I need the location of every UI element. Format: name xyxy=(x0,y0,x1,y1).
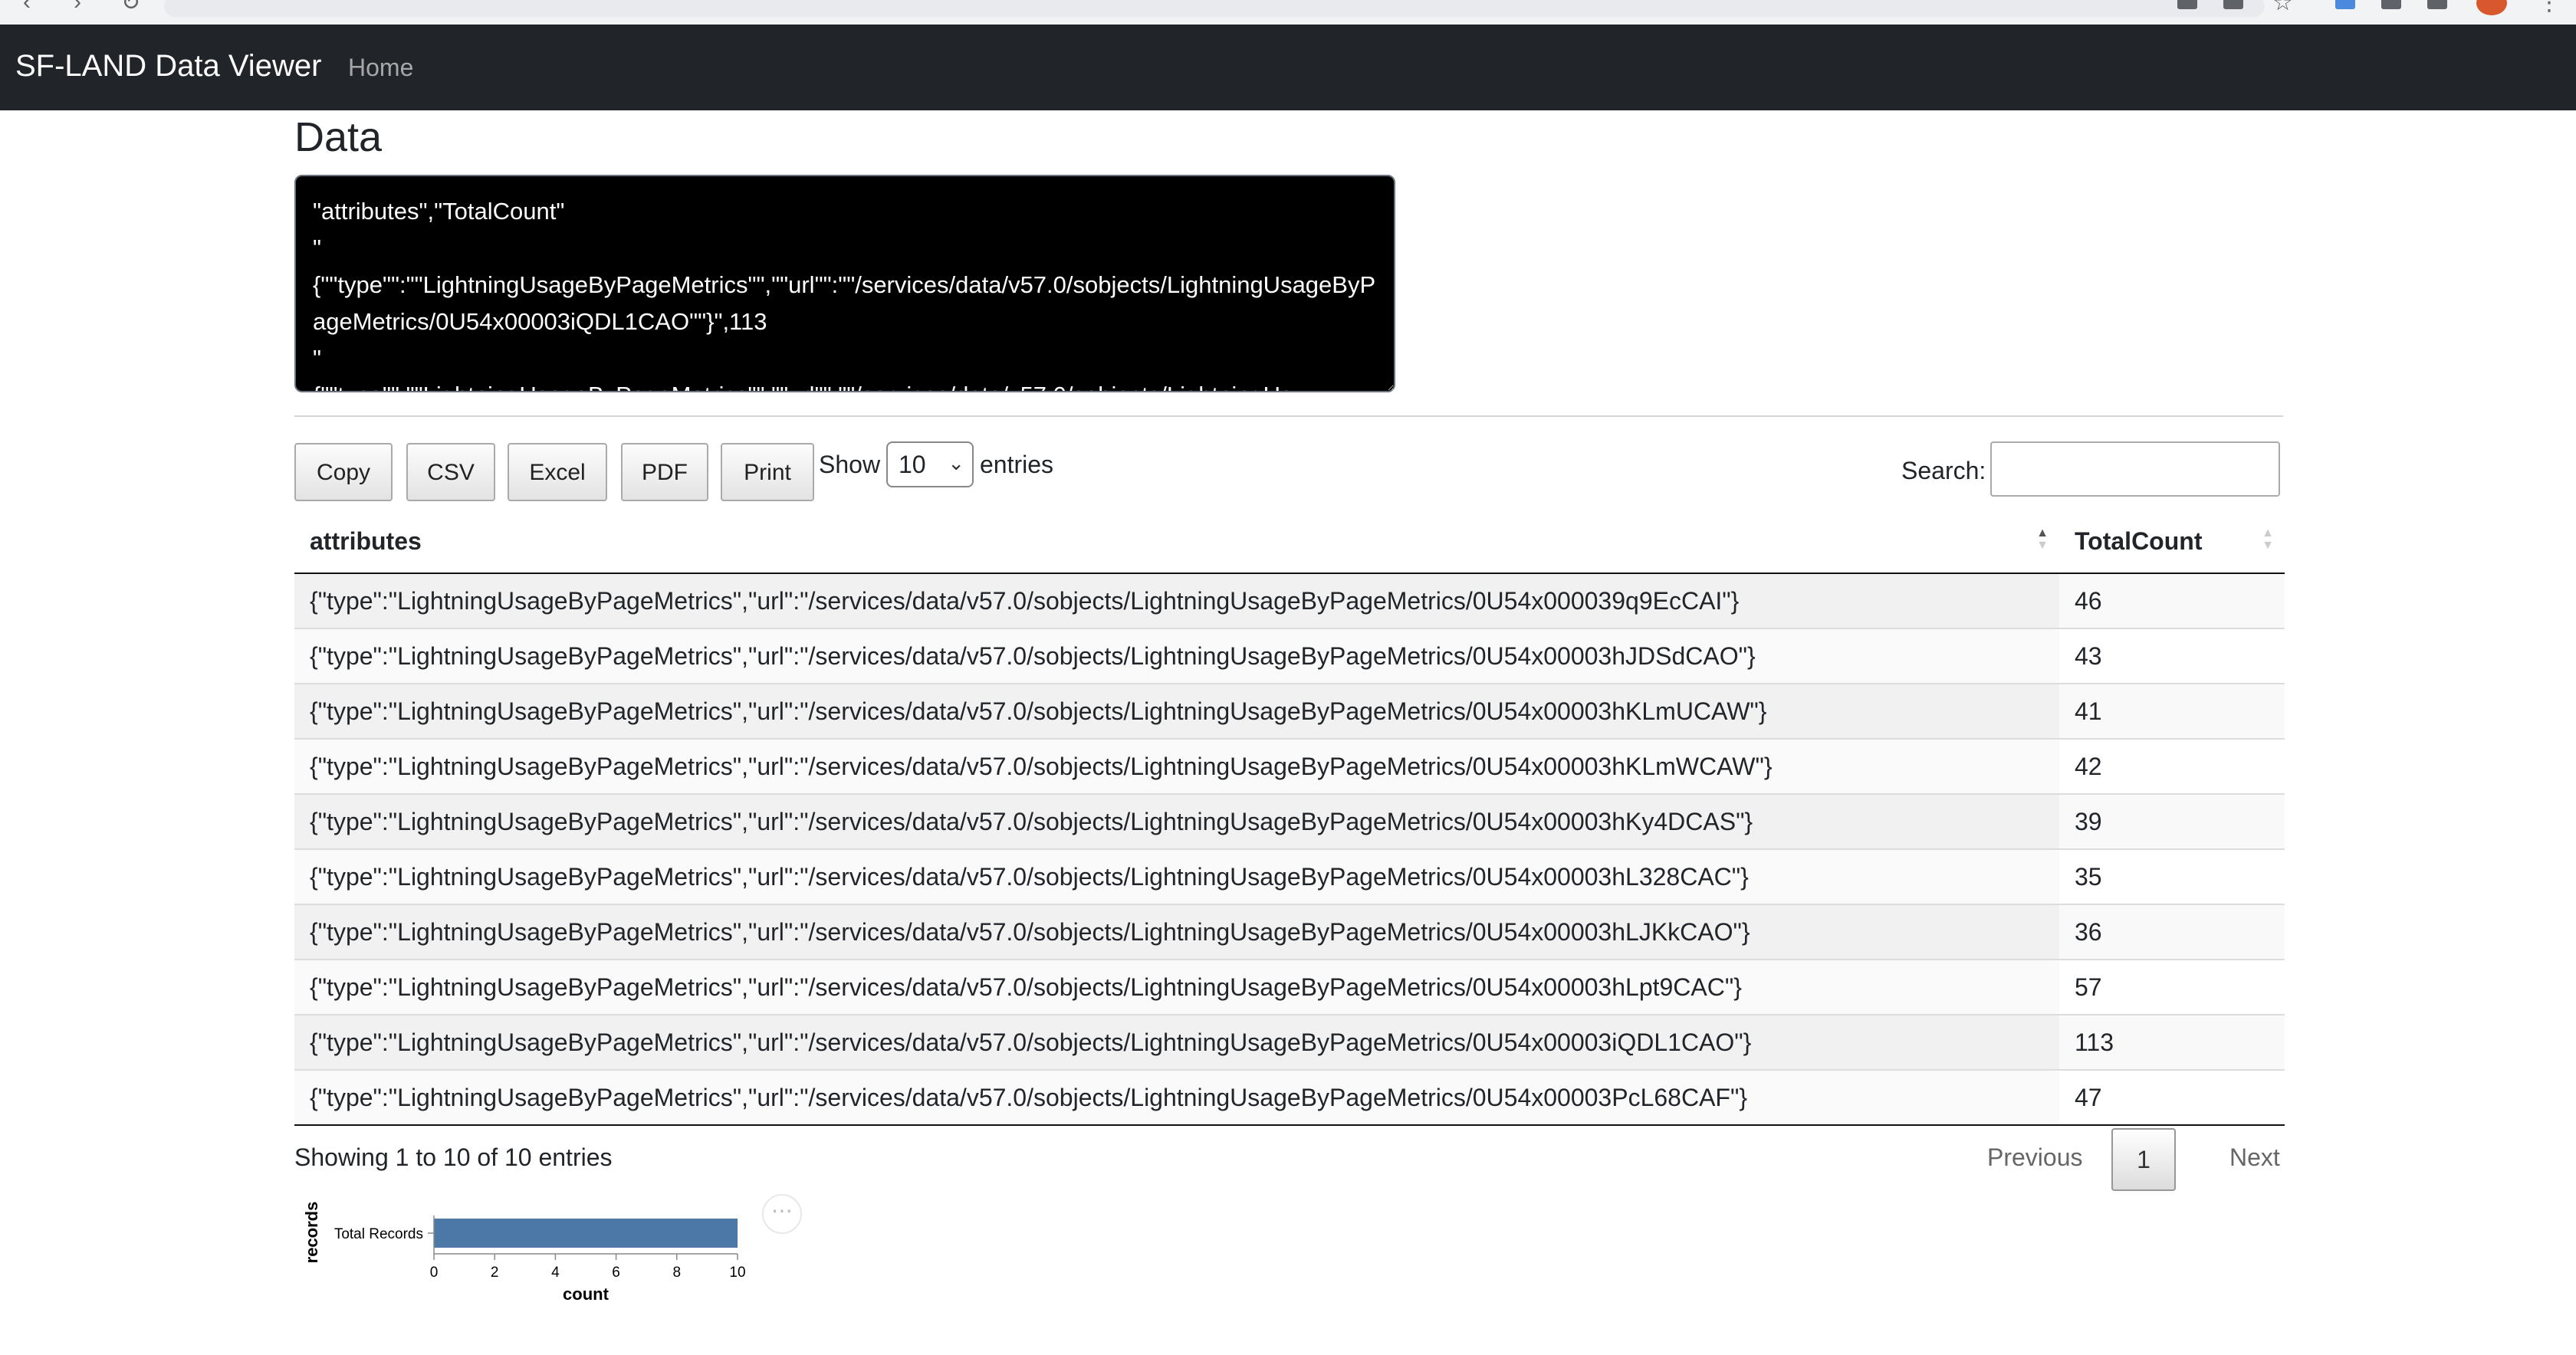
category-label: Total Records xyxy=(334,1226,423,1242)
x-tick-label: 10 xyxy=(729,1265,745,1281)
sort-both-icon: ▲ ▼ xyxy=(2262,527,2274,552)
browser-chrome: ‹ › ↻ ☆ ⋮ xyxy=(0,0,2576,25)
attributes-cell: {"type":"LightningUsageByPageMetrics","u… xyxy=(294,793,2059,849)
attributes-cell: {"type":"LightningUsageByPageMetrics","u… xyxy=(294,573,2059,628)
raw-data-textarea[interactable]: "attributes","TotalCount" " {""type"":""… xyxy=(294,175,1395,392)
totalcount-cell: 42 xyxy=(2059,738,2285,794)
table-row: {"type":"LightningUsageByPageMetrics","u… xyxy=(294,573,2285,628)
page-title: Data xyxy=(294,114,383,160)
column-header-label: attributes xyxy=(310,527,422,555)
attributes-cell: {"type":"LightningUsageByPageMetrics","u… xyxy=(294,959,2059,1015)
profile-avatar[interactable] xyxy=(2476,0,2507,15)
sort-asc-icon: ▲ ▼ xyxy=(2036,527,2049,552)
attributes-cell: {"type":"LightningUsageByPageMetrics","u… xyxy=(294,683,2059,739)
chart-actions-menu-icon[interactable]: ⋯ xyxy=(762,1194,802,1234)
page-length-value: 10 xyxy=(899,451,926,478)
totalcount-cell: 113 xyxy=(2059,1014,2285,1070)
show-label: Show xyxy=(819,451,881,478)
extensions-puzzle-icon[interactable] xyxy=(2381,0,2401,9)
bookmark-star-icon[interactable]: ☆ xyxy=(2272,0,2293,16)
table-info: Showing 1 to 10 of 10 entries xyxy=(294,1143,613,1171)
install-icon[interactable] xyxy=(2177,0,2197,9)
attributes-cell: {"type":"LightningUsageByPageMetrics","u… xyxy=(294,848,2059,904)
table-row: {"type":"LightningUsageByPageMetrics","u… xyxy=(294,959,2285,1015)
data-table: attributes ▲ ▼ TotalCount ▲ ▼ {"type":"Lig… xyxy=(294,510,2285,1126)
totalcount-cell: 47 xyxy=(2059,1069,2285,1126)
totalcount-cell: 39 xyxy=(2059,793,2285,849)
search-input[interactable] xyxy=(1990,441,2280,497)
x-tick-label: 6 xyxy=(612,1265,620,1281)
page-length-select[interactable]: 10 ⌄ xyxy=(886,441,974,487)
attributes-cell: {"type":"LightningUsageByPageMetrics","u… xyxy=(294,1014,2059,1070)
share-icon[interactable] xyxy=(2223,0,2243,9)
y-axis-title: records xyxy=(302,1202,321,1264)
browser-menu-icon[interactable]: ⋮ xyxy=(2538,0,2561,16)
navbar: SF-LAND Data Viewer Home xyxy=(0,25,2576,110)
table-row: {"type":"LightningUsageByPageMetrics","u… xyxy=(294,904,2285,960)
totalcount-cell: 57 xyxy=(2059,959,2285,1015)
reload-icon[interactable]: ↻ xyxy=(121,0,140,16)
extension-icon[interactable] xyxy=(2335,0,2355,9)
back-icon[interactable]: ‹ xyxy=(23,0,31,15)
attributes-cell: {"type":"LightningUsageByPageMetrics","u… xyxy=(294,1069,2059,1126)
records-bar-chart: records Total Records 0 2 4 6 8 10 count xyxy=(302,1202,746,1304)
copy-button[interactable]: Copy xyxy=(294,443,393,501)
navbar-brand[interactable]: SF-LAND Data Viewer xyxy=(15,49,321,84)
pagination-page-1[interactable]: 1 xyxy=(2111,1128,2176,1191)
x-axis-title: count xyxy=(563,1284,610,1304)
address-bar[interactable] xyxy=(164,0,2265,17)
x-tick-label: 2 xyxy=(491,1265,499,1281)
excel-button[interactable]: Excel xyxy=(508,443,607,501)
table-row: {"type":"LightningUsageByPageMetrics","u… xyxy=(294,738,2285,794)
x-tick-label: 8 xyxy=(673,1265,682,1281)
x-tick-label: 4 xyxy=(551,1265,560,1281)
table-row: {"type":"LightningUsageByPageMetrics","u… xyxy=(294,683,2285,739)
x-tick-label: 0 xyxy=(430,1265,439,1281)
column-header-label: TotalCount xyxy=(2075,527,2203,555)
totalcount-cell: 46 xyxy=(2059,573,2285,628)
pdf-button[interactable]: PDF xyxy=(621,443,708,501)
forward-icon[interactable]: › xyxy=(74,0,81,15)
entries-label: entries xyxy=(980,451,1054,478)
chevron-down-icon: ⌄ xyxy=(948,451,964,474)
sidebar-icon[interactable] xyxy=(2427,0,2447,9)
print-button[interactable]: Print xyxy=(721,443,814,501)
column-header-totalcount[interactable]: TotalCount ▲ ▼ xyxy=(2059,510,2285,574)
table-header-row: attributes ▲ ▼ TotalCount ▲ ▼ xyxy=(294,510,2285,574)
pagination-previous[interactable]: Previous xyxy=(1987,1143,2083,1172)
csv-button[interactable]: CSV xyxy=(406,443,495,501)
search-label: Search: xyxy=(1901,457,1986,484)
table-row: {"type":"LightningUsageByPageMetrics","u… xyxy=(294,628,2285,684)
table-row: {"type":"LightningUsageByPageMetrics","u… xyxy=(294,848,2285,904)
totalcount-cell: 43 xyxy=(2059,628,2285,684)
column-header-attributes[interactable]: attributes ▲ ▼ xyxy=(294,510,2059,574)
nav-link-home[interactable]: Home xyxy=(348,54,413,82)
divider xyxy=(294,415,2283,417)
bar xyxy=(434,1219,738,1248)
table-row: {"type":"LightningUsageByPageMetrics","u… xyxy=(294,793,2285,849)
totalcount-cell: 36 xyxy=(2059,904,2285,960)
attributes-cell: {"type":"LightningUsageByPageMetrics","u… xyxy=(294,738,2059,794)
table-row: {"type":"LightningUsageByPageMetrics","u… xyxy=(294,1069,2285,1126)
totalcount-cell: 41 xyxy=(2059,683,2285,739)
totalcount-cell: 35 xyxy=(2059,848,2285,904)
attributes-cell: {"type":"LightningUsageByPageMetrics","u… xyxy=(294,904,2059,960)
attributes-cell: {"type":"LightningUsageByPageMetrics","u… xyxy=(294,628,2059,684)
pagination-next[interactable]: Next xyxy=(2229,1143,2280,1172)
table-row: {"type":"LightningUsageByPageMetrics","u… xyxy=(294,1014,2285,1070)
